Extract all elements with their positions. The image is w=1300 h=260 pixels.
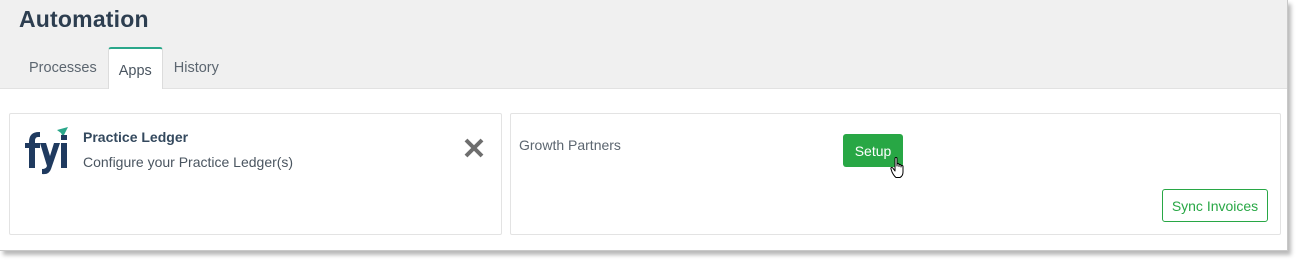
page-header: Automation Processes Apps History xyxy=(0,0,1287,89)
practice-ledger-title: Practice Ledger xyxy=(83,129,189,145)
tab-apps[interactable]: Apps xyxy=(107,47,163,89)
page-title: Automation xyxy=(19,6,149,32)
tab-processes[interactable]: Processes xyxy=(18,47,108,87)
fyi-logo-icon xyxy=(25,127,68,175)
growth-partners-name: Growth Partners xyxy=(519,137,621,153)
tab-bar: Processes Apps History xyxy=(18,47,230,89)
sync-invoices-button[interactable]: Sync Invoices xyxy=(1162,189,1268,222)
practice-ledger-description: Configure your Practice Ledger(s) xyxy=(83,154,294,170)
tab-history[interactable]: History xyxy=(163,47,230,87)
practice-ledger-card: Practice Ledger Configure your Practice … xyxy=(9,113,502,235)
hand-pointer-icon xyxy=(890,157,904,178)
growth-partners-card: Growth Partners Setup Sync Invoices xyxy=(510,113,1281,235)
automation-window: Automation Processes Apps History Practi… xyxy=(0,0,1288,251)
close-x-icon[interactable] xyxy=(462,136,486,160)
